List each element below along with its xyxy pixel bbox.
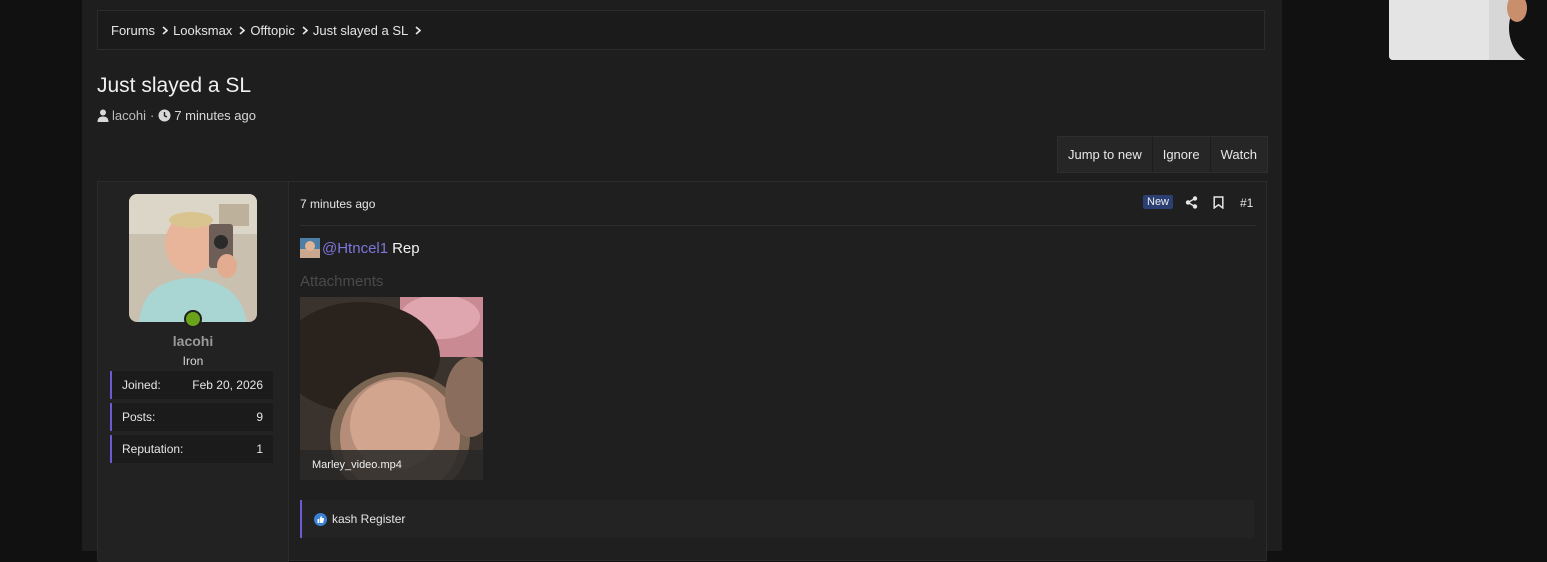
thread-actions: Jump to new Ignore Watch	[1057, 136, 1268, 173]
post-1: lacohi Iron Joined: Feb 20, 2026 Posts: …	[97, 181, 1267, 562]
reactions-text: kash Register	[332, 512, 406, 526]
username-link[interactable]: lacohi	[98, 333, 288, 349]
breadcrumb-item-thread[interactable]: Just slayed a SL	[313, 23, 426, 38]
chevron-right-icon	[302, 25, 308, 35]
breadcrumb-label: Offtopic	[250, 22, 295, 38]
attachments-heading: Attachments	[300, 273, 384, 290]
chevron-right-icon	[415, 25, 422, 35]
stat-label: Posts:	[122, 410, 156, 424]
attachment-filename: Marley_video.mp4	[300, 450, 483, 480]
post-number-link[interactable]: #1	[1240, 196, 1253, 210]
bookmark-icon[interactable]	[1213, 196, 1224, 214]
post-message: @Htncel1 Rep	[300, 238, 420, 258]
post-time-link[interactable]: 7 minutes ago	[300, 197, 375, 211]
chevron-right-icon	[162, 25, 169, 35]
mention-link[interactable]: @Htncel1	[322, 240, 388, 257]
stat-reputation: Reputation: 1	[110, 435, 273, 463]
breadcrumb-item-forums[interactable]: Forums	[111, 23, 173, 38]
stat-joined: Joined: Feb 20, 2026	[110, 371, 273, 399]
chevron-right-icon	[239, 25, 246, 35]
ignore-button[interactable]: Ignore	[1153, 137, 1211, 172]
stat-label: Reputation:	[122, 442, 184, 456]
breadcrumb-item-looksmax[interactable]: Looksmax	[173, 23, 250, 38]
stat-label: Joined:	[122, 378, 161, 392]
page-container: Forums Looksmax Offtopic Just slayed a S…	[82, 0, 1282, 562]
online-status-dot	[184, 310, 202, 328]
jump-to-new-button[interactable]: Jump to new	[1058, 137, 1153, 172]
breadcrumb-label: Forums	[111, 22, 156, 38]
thread-author-link[interactable]: lacohi	[112, 108, 146, 123]
user-icon	[97, 109, 112, 122]
stat-value: 1	[256, 442, 263, 456]
stat-value: 9	[256, 410, 263, 424]
watch-button[interactable]: Watch	[1211, 137, 1267, 172]
avatar[interactable]	[129, 194, 257, 322]
user-rank: Iron	[182, 354, 204, 368]
post-header: 7 minutes ago New #1	[300, 182, 1256, 226]
meta-separator: ·	[149, 108, 155, 123]
thread-meta: lacohi · 7 minutes ago	[97, 108, 256, 123]
share-icon[interactable]	[1185, 196, 1198, 214]
reactions-bar[interactable]: kash Register	[300, 500, 1254, 538]
attachment-thumbnail[interactable]: Marley_video.mp4	[300, 297, 483, 480]
page-title: Just slayed a SL	[97, 74, 252, 97]
post-body: 7 minutes ago New #1 @Htncel1 Rep Attach…	[300, 182, 1256, 562]
mention-avatar	[300, 238, 322, 258]
like-icon	[314, 512, 332, 526]
corner-video-thumbnail[interactable]	[1389, 0, 1547, 60]
new-badge: New	[1143, 195, 1174, 209]
message-text: Rep	[392, 239, 420, 257]
thread-time-link[interactable]: 7 minutes ago	[174, 108, 256, 123]
breadcrumb-item-offtopic[interactable]: Offtopic	[250, 23, 313, 38]
clock-icon	[158, 109, 174, 122]
stat-value: Feb 20, 2026	[192, 378, 263, 392]
stat-posts: Posts: 9	[110, 403, 273, 431]
post-user-panel: lacohi Iron Joined: Feb 20, 2026 Posts: …	[98, 182, 289, 562]
breadcrumb-label: Looksmax	[173, 22, 233, 38]
breadcrumb-label: Just slayed a SL	[312, 22, 409, 38]
breadcrumb: Forums Looksmax Offtopic Just slayed a S…	[97, 10, 1265, 50]
